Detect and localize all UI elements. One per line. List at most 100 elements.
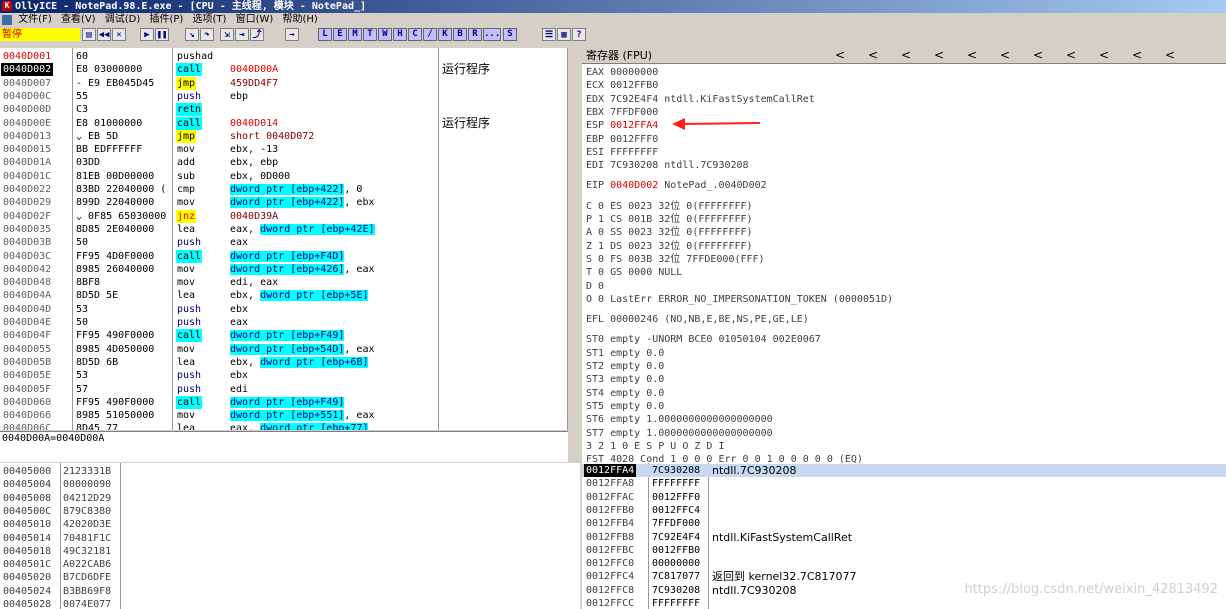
toolbar-button-source[interactable]: S (503, 28, 517, 41)
disasm-row[interactable]: 0040D015 BB EDFFFFFF mov ebx, -13 (0, 143, 568, 156)
close-process-icon[interactable]: ✕ (112, 28, 126, 41)
menu-plugins[interactable]: 插件(P) (149, 13, 189, 27)
disasm-row[interactable]: 0040D035 8D85 2E040000 lea eax, dword ptr [… (0, 223, 568, 236)
registers-header[interactable]: 寄存器 (FPU) < < < < < < < < < < < (582, 48, 1226, 64)
chevron-left-icon[interactable]: < (901, 48, 911, 63)
register-line[interactable]: P 1 CS 001B 32位 0(FFFFFFFF) (586, 213, 753, 226)
stack-row[interactable]: 0012FFB8 7C92E4F4 ntdll.KiFastSystemCallRe… (582, 531, 1226, 544)
disasm-row[interactable]: 0040D029 899D 22040000 mov dword ptr [ebp+4… (0, 196, 568, 209)
chevron-left-icon[interactable]: < (934, 48, 944, 63)
chevron-left-icon[interactable]: < (1066, 48, 1076, 63)
register-line[interactable]: A 0 SS 0023 32位 0(FFFFFFFF) (586, 226, 753, 239)
stack-row[interactable]: 0012FFA8 FFFFFFFF (582, 477, 1226, 490)
chevron-left-icon[interactable]: < (1033, 48, 1043, 63)
register-line[interactable]: ST1 empty 0.0 (586, 347, 664, 360)
register-line[interactable]: EBP 0012FFF0 (586, 133, 658, 146)
toolbar-button-references[interactable]: R (468, 28, 482, 41)
register-line[interactable]: EBX 7FFDF000 (586, 106, 658, 119)
toolbar-button-modules[interactable]: E (333, 28, 347, 41)
rewind-icon[interactable]: ◀◀ (97, 28, 111, 41)
register-line[interactable]: ST4 empty 0.0 (586, 387, 664, 400)
register-line[interactable]: ST7 empty 1.0000000000000000000 (586, 427, 773, 440)
column-divider[interactable] (120, 463, 121, 609)
stack-row[interactable]: 0012FFC0 00000000 (582, 557, 1226, 570)
menu-view[interactable]: 查看(V) (61, 13, 102, 27)
pause-icon[interactable]: ❚❚ (155, 28, 169, 41)
register-line[interactable]: EDI 7C930208 ntdll.7C930208 (586, 159, 749, 172)
register-line[interactable]: ST3 empty 0.0 (586, 373, 664, 386)
grid-icon[interactable]: ▦ (557, 28, 571, 41)
toolbar-button-runtrace[interactable]: ... (483, 28, 501, 41)
open-icon[interactable]: ▤ (82, 28, 96, 41)
disasm-row[interactable]: 0040D022 83BD 22040000 (cmp dword ptr [ebp… (0, 183, 568, 196)
step-into-icon[interactable]: ↘ (185, 28, 199, 41)
disasm-row[interactable]: 0040D06C 8D45 77 lea eax, dword ptr [ebp+77… (0, 422, 568, 430)
menu-options[interactable]: 选项(T) (193, 13, 233, 27)
menu-app-icon[interactable] (2, 15, 12, 25)
menu-file[interactable]: 文件(F) (18, 13, 58, 27)
disasm-row[interactable]: 0040D013 ⌄ EB 5D jmp short 0040D072 (0, 129, 568, 143)
disasm-row[interactable]: 0040D04F FF95 490F0000 call dword ptr [ebp+… (0, 329, 568, 343)
toolbar-button-breakpoints[interactable]: B (453, 28, 467, 41)
toolbar-button-threads[interactable]: T (363, 28, 377, 41)
execute-till-return-icon[interactable]: ⤴ (250, 28, 264, 41)
disassembly-pane[interactable]: 0040D001 60 pushad 0040D002 E8 03000000 call 0… (0, 48, 568, 430)
disasm-row[interactable]: 0040D05E 53 push ebx (0, 369, 568, 382)
stack-row[interactable]: 0012FFB4 7FFDF000 (582, 517, 1226, 530)
disasm-row[interactable]: 0040D002 E8 03000000 call 0040D00A 运行程序 (0, 63, 568, 77)
toolbar-button-patches[interactable]: / (423, 28, 437, 41)
stack-row[interactable]: 0012FFA4 7C930208 ntdll.7C930208 (582, 464, 1226, 478)
disasm-row[interactable]: 0040D02F ⌄ 0F85 65030000 jnz 0040D39A (0, 209, 568, 223)
register-line[interactable]: O 0 LastErr ERROR_NO_IMPERSONATION_TOKEN… (586, 293, 893, 306)
disasm-row[interactable]: 0040D048 8BF8 mov edi, eax (0, 276, 568, 289)
register-line[interactable]: Z 1 DS 0023 32位 0(FFFFFFFF) (586, 240, 753, 253)
register-line[interactable]: ESP 0012FFA4 (586, 119, 658, 132)
register-line[interactable]: ST5 empty 0.0 (586, 400, 664, 413)
registers-pane[interactable]: 寄存器 (FPU) < < < < < < < < < < < EAX 0000… (582, 48, 1226, 463)
register-line[interactable]: EAX 00000000 (586, 66, 658, 79)
disasm-row[interactable]: 0040D04D 53 push ebx (0, 303, 568, 316)
toolbar-button-memory[interactable]: M (348, 28, 362, 41)
memory-dump-pane[interactable]: 00405000 2123331B 00405004 00000090 00405008… (0, 463, 580, 609)
disasm-row[interactable]: 0040D00E E8 01000000 call 0040D014 运行程序 (0, 116, 568, 130)
register-line[interactable]: 3 2 1 0 E S P U O Z D I (586, 440, 724, 453)
register-line[interactable]: C 0 ES 0023 32位 0(FFFFFFFF) (586, 200, 753, 213)
disassembly-scrollbar[interactable]: ▲ ▼ (567, 48, 568, 430)
toolbar-button-handles[interactable]: H (393, 28, 407, 41)
menu-debug[interactable]: 调试(D) (105, 13, 147, 27)
help-icon[interactable]: ? (572, 28, 586, 41)
disasm-row[interactable]: 0040D01A 03DD add ebx, ebp (0, 156, 568, 169)
toolbar-button-callstack[interactable]: K (438, 28, 452, 41)
toolbar-button-windows[interactable]: W (378, 28, 392, 41)
disasm-row[interactable]: 0040D00D C3 retn (0, 103, 568, 117)
disasm-row[interactable]: 0040D04E 50 push eax (0, 316, 568, 329)
disasm-row[interactable]: 0040D066 8985 51050000 mov dword ptr [ebp+5… (0, 409, 568, 422)
list-icon[interactable]: ☰ (542, 28, 556, 41)
chevron-left-icon[interactable]: < (1000, 48, 1010, 63)
stack-row[interactable]: 0012FFB0 0012FFC4 (582, 504, 1226, 517)
chevron-left-icon[interactable]: < (1165, 48, 1175, 63)
chevron-left-icon[interactable]: < (1099, 48, 1109, 63)
step-over-icon[interactable]: ↷ (200, 28, 214, 41)
disasm-row[interactable]: 0040D042 8985 26040000 mov dword ptr [ebp+4… (0, 263, 568, 276)
disasm-row[interactable]: 0040D060 FF95 490F0000 call dword ptr [ebp+… (0, 395, 568, 409)
register-line[interactable]: ST0 empty -UNORM BCE0 01050104 002E0067 (586, 333, 821, 346)
chevron-left-icon[interactable]: < (868, 48, 878, 63)
disasm-row[interactable]: 0040D03B 50 push eax (0, 236, 568, 249)
goto-icon[interactable]: → (285, 28, 299, 41)
register-line[interactable]: EDX 7C92E4F4 ntdll.KiFastSystemCallRet (586, 93, 815, 106)
disasm-row[interactable]: 0040D05F 57 push edi (0, 383, 568, 396)
disasm-row[interactable]: 0040D03C FF95 4D0F0000 call dword ptr [ebp+… (0, 249, 568, 263)
register-line[interactable]: T 0 GS 0000 NULL (586, 266, 682, 279)
register-line[interactable]: ESI FFFFFFFF (586, 146, 658, 159)
menu-help[interactable]: 帮助(H) (283, 13, 324, 27)
stack-row[interactable]: 0012FFBC 0012FFB0 (582, 544, 1226, 557)
register-line[interactable]: ECX 0012FFB0 (586, 79, 658, 92)
run-icon[interactable]: ▶ (140, 28, 154, 41)
chevron-left-icon[interactable]: < (967, 48, 977, 63)
stack-row[interactable]: 0012FFCC FFFFFFFF (582, 597, 1226, 609)
menu-window[interactable]: 窗口(W) (236, 13, 280, 27)
register-line[interactable]: EIP 0040D002 NotePad_.0040D002 (586, 179, 767, 192)
chevron-left-icon[interactable]: < (1132, 48, 1142, 63)
toolbar-button-cpu[interactable]: C (408, 28, 422, 41)
